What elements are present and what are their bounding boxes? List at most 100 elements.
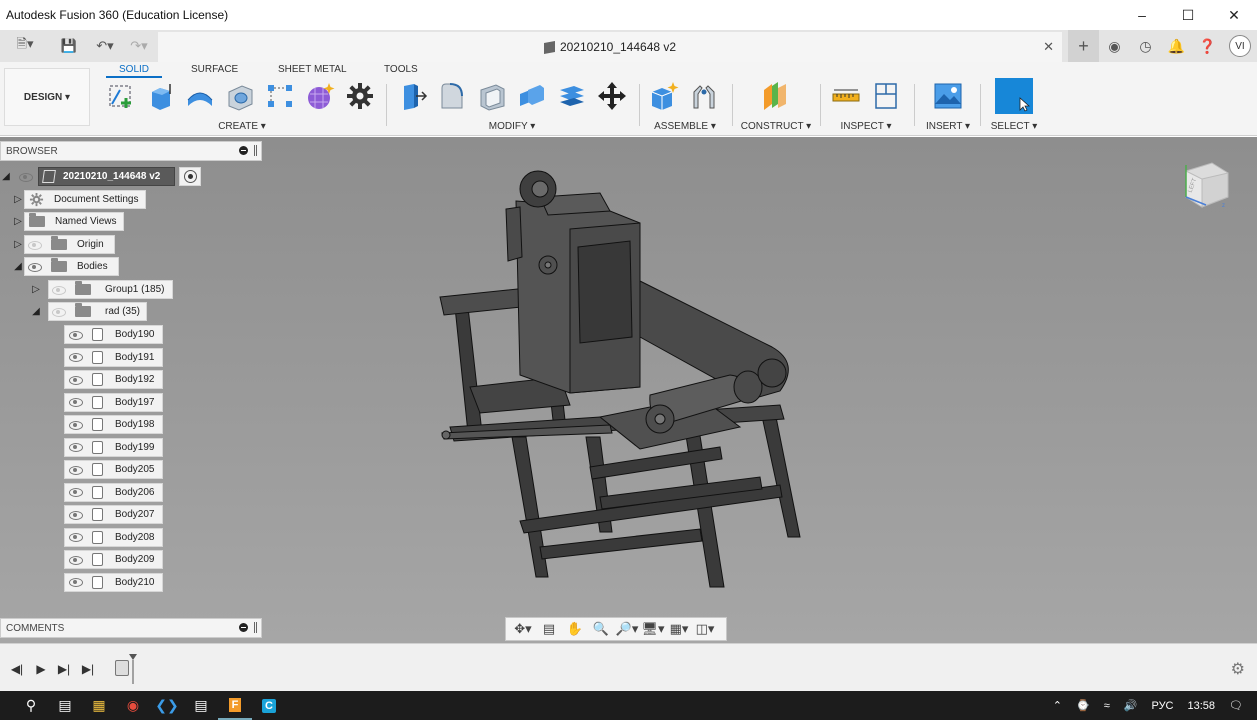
extensions-icon[interactable]: ◉: [1099, 30, 1130, 62]
maximize-icon[interactable]: ☐: [1165, 0, 1211, 30]
expand-icon[interactable]: ◢: [0, 167, 12, 186]
fillet-icon[interactable]: [432, 78, 472, 114]
create-sketch-icon[interactable]: [100, 78, 140, 114]
browser-item-named-views[interactable]: ▷ Named Views: [12, 212, 124, 231]
expand-icon[interactable]: ▷: [12, 212, 24, 231]
display-settings-icon[interactable]: 🖥▾: [640, 619, 666, 639]
visibility-icon[interactable]: [68, 555, 84, 565]
tray-chevron-icon[interactable]: ⌃: [1046, 699, 1069, 712]
visibility-icon[interactable]: [68, 510, 84, 520]
press-pull-icon[interactable]: [392, 78, 432, 114]
visibility-icon[interactable]: [68, 442, 84, 452]
collapse-icon[interactable]: [239, 146, 248, 155]
go-to-start-icon[interactable]: ◀|: [8, 660, 26, 678]
visibility-icon[interactable]: [51, 307, 67, 317]
visibility-icon[interactable]: [68, 577, 84, 587]
browser-root-node[interactable]: ◢ 20210210_144648 v2: [0, 167, 202, 186]
joint-icon[interactable]: [684, 78, 724, 114]
combine-icon[interactable]: [512, 78, 552, 114]
browser-item-origin[interactable]: ▷ Origin: [12, 235, 115, 254]
timeline-marker[interactable]: [129, 654, 137, 684]
construct-menu[interactable]: CONSTRUCT ▾: [738, 121, 814, 132]
body-list-item[interactable]: Body208: [64, 527, 164, 547]
browser-item-group1[interactable]: ▷ Group1 (185): [30, 280, 174, 299]
start-icon[interactable]: [0, 691, 14, 720]
vscode-icon[interactable]: ❮❯: [150, 691, 184, 720]
create-form-icon[interactable]: [300, 78, 340, 114]
orbit-icon[interactable]: ✥▾: [510, 619, 536, 639]
calculator-icon[interactable]: ▤: [184, 691, 218, 720]
notifications-icon[interactable]: 🔔: [1161, 30, 1192, 62]
visibility-icon[interactable]: [27, 262, 43, 272]
expand-icon[interactable]: ▷: [12, 235, 24, 254]
grid-icon[interactable]: ▦▾: [666, 619, 692, 639]
browser-item-bodies[interactable]: ◢ Bodies: [12, 257, 119, 276]
chrome-icon[interactable]: ◉: [116, 691, 150, 720]
visibility-icon[interactable]: [68, 532, 84, 542]
collapse-icon[interactable]: ◢: [12, 257, 24, 276]
volume-icon[interactable]: 🔊: [1117, 699, 1145, 712]
pan-icon[interactable]: ✋: [562, 619, 588, 639]
fit-icon[interactable]: 🔎▾: [614, 619, 640, 639]
viewcube[interactable]: LEFT z: [1178, 157, 1234, 213]
help-icon[interactable]: ❓: [1192, 30, 1223, 62]
measure-icon[interactable]: [826, 78, 866, 114]
fusion-app-icon[interactable]: F: [218, 691, 252, 720]
minimize-icon[interactable]: –: [1119, 0, 1165, 30]
body-list-item[interactable]: Body197: [64, 392, 164, 412]
shell-icon[interactable]: [472, 78, 512, 114]
zoom-icon[interactable]: 🔍: [588, 619, 614, 639]
body-list-item[interactable]: Body191: [64, 347, 164, 367]
body-list-item[interactable]: Body206: [64, 482, 164, 502]
body-list-item[interactable]: Body209: [64, 550, 164, 569]
close-tab-icon[interactable]: ✕: [1043, 39, 1054, 55]
model-render[interactable]: [0, 137, 1257, 643]
activate-icon[interactable]: [183, 170, 197, 183]
interference-icon[interactable]: [866, 78, 906, 114]
new-tab-icon[interactable]: +: [1068, 30, 1099, 62]
wifi-icon[interactable]: ≈: [1097, 700, 1117, 712]
play-icon[interactable]: ▶: [32, 660, 50, 678]
visibility-icon[interactable]: [68, 375, 84, 385]
offset-plane-icon[interactable]: [756, 78, 796, 114]
clock[interactable]: 13:58: [1181, 700, 1223, 712]
expand-comments-icon[interactable]: [239, 623, 248, 632]
select-button[interactable]: [995, 78, 1033, 114]
visibility-icon[interactable]: [51, 285, 67, 295]
hole-icon[interactable]: [220, 78, 260, 114]
create-menu[interactable]: CREATE ▾: [100, 121, 384, 132]
extrude-icon[interactable]: [140, 78, 180, 114]
insert-menu[interactable]: INSERT ▾: [920, 121, 976, 132]
inspect-menu[interactable]: INSPECT ▾: [826, 121, 906, 132]
step-forward-icon[interactable]: ▶|: [55, 660, 73, 678]
pin-icon[interactable]: [254, 145, 257, 156]
insert-image-icon[interactable]: [928, 78, 968, 114]
visibility-icon[interactable]: [68, 465, 84, 475]
save-icon[interactable]: 💾: [58, 35, 80, 57]
job-status-icon[interactable]: ◷: [1130, 30, 1161, 62]
tab-sheet-metal[interactable]: SHEET METAL: [278, 64, 347, 75]
visibility-icon[interactable]: [68, 330, 84, 340]
comments-panel-header[interactable]: COMMENTS: [0, 618, 262, 638]
body-list-item[interactable]: Body199: [64, 437, 164, 457]
search-icon[interactable]: ⚲: [14, 691, 48, 720]
body-list-item[interactable]: Body210: [64, 572, 164, 592]
browser-item-rad[interactable]: ◢ rad (35): [30, 302, 148, 321]
collapse-icon[interactable]: ◢: [30, 302, 42, 321]
body-list-item[interactable]: Body198: [64, 415, 164, 434]
timeline-feature[interactable]: [115, 660, 129, 676]
task-view-icon[interactable]: ▤: [48, 691, 82, 720]
gear-icon[interactable]: [340, 78, 380, 114]
avatar[interactable]: VI: [1229, 35, 1251, 57]
document-tab[interactable]: 20210210_144648 v2 ✕: [158, 32, 1062, 62]
pin-icon[interactable]: [254, 622, 257, 633]
revolve-icon[interactable]: [180, 78, 220, 114]
new-component-icon[interactable]: [644, 78, 684, 114]
tab-surface[interactable]: SURFACE: [191, 64, 238, 75]
workspace-switcher[interactable]: DESIGN ▾: [4, 68, 90, 126]
go-to-end-icon[interactable]: ▶|: [79, 660, 97, 678]
move-icon[interactable]: [592, 78, 632, 114]
redo-icon[interactable]: ↷▾: [128, 35, 150, 57]
visibility-icon[interactable]: [18, 172, 34, 182]
network-icon[interactable]: ⌚: [1069, 699, 1097, 712]
